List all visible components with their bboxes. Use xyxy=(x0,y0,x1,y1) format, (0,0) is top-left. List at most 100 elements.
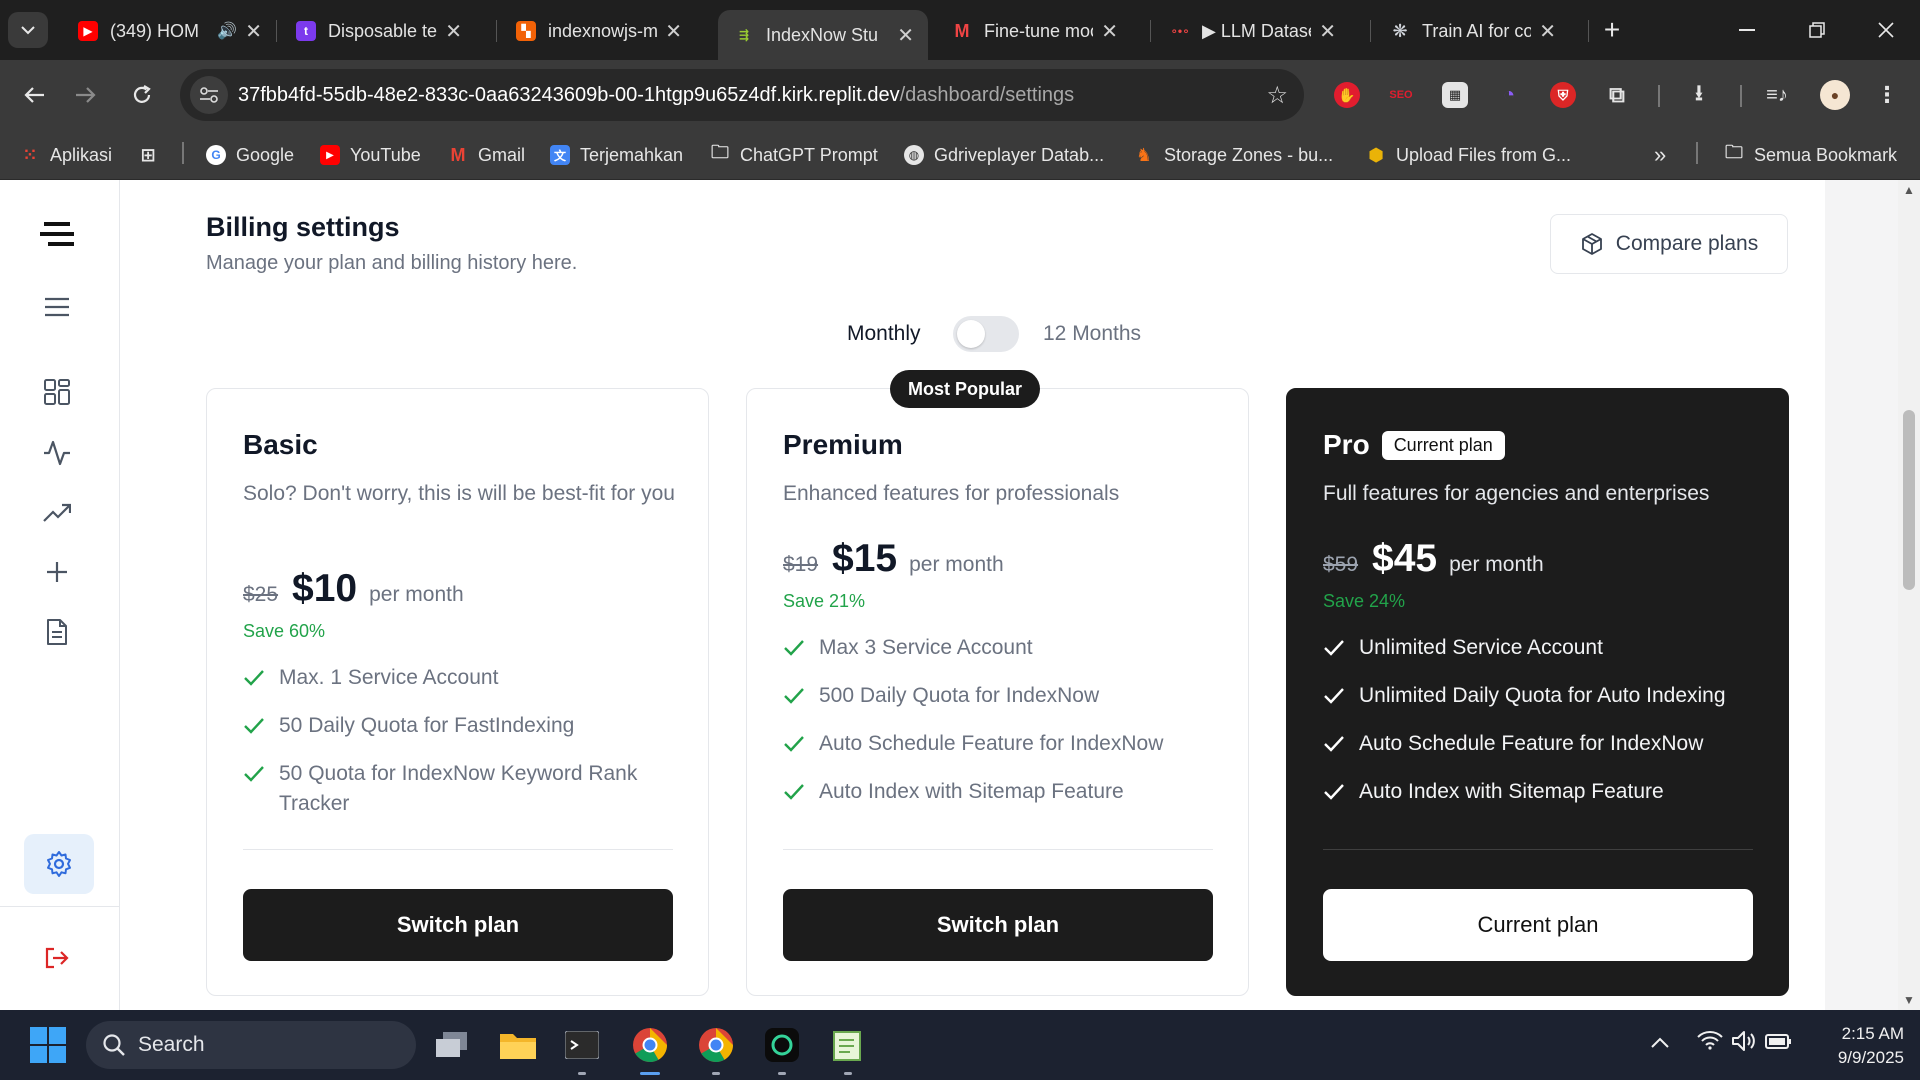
card-divider xyxy=(243,849,673,850)
browser-tab[interactable]: ▶ (349) HOM 🔊 ✕ xyxy=(62,10,276,52)
plan-name: Pro Current plan xyxy=(1323,429,1505,461)
volume-icon[interactable] xyxy=(1731,1030,1757,1058)
browser-tab[interactable]: t Disposable te ✕ xyxy=(280,10,476,52)
qr-code-icon[interactable]: ▦ xyxy=(1442,82,1468,108)
switch-plan-button[interactable]: Switch plan xyxy=(243,889,673,961)
dashboard-icon[interactable] xyxy=(37,372,77,412)
back-button[interactable] xyxy=(14,75,54,115)
logout-icon[interactable] xyxy=(37,938,77,978)
feature-item: 500 Daily Quota for IndexNow xyxy=(783,681,1223,711)
shield-icon[interactable]: ⛨ xyxy=(1550,82,1576,108)
more-bookmarks-button[interactable]: » xyxy=(1654,142,1666,168)
taskbar-search[interactable]: Search xyxy=(86,1021,416,1069)
document-icon[interactable] xyxy=(37,612,77,652)
task-view-icon[interactable] xyxy=(430,1023,474,1067)
extension-icon[interactable]: ◔ xyxy=(1496,82,1522,108)
logo-icon[interactable] xyxy=(37,214,77,254)
running-indicator xyxy=(844,1072,852,1075)
bookmark-star-icon[interactable]: ☆ xyxy=(1266,81,1288,110)
tab-search-button[interactable] xyxy=(8,12,48,48)
scrollbar[interactable]: ▲ ▼ xyxy=(1898,180,1920,1010)
feature-list: Max. 1 Service Account 50 Daily Quota fo… xyxy=(243,663,683,837)
chatgpt-app-icon[interactable] xyxy=(760,1023,804,1075)
close-tab-icon[interactable]: ✕ xyxy=(1319,19,1336,44)
check-icon xyxy=(784,784,804,800)
close-tab-icon[interactable]: ✕ xyxy=(1539,19,1556,44)
adblock-icon[interactable]: ✋ xyxy=(1334,82,1360,108)
site-info-icon[interactable] xyxy=(190,76,228,114)
tab-groups-button[interactable]: ⊞ xyxy=(138,142,158,168)
chevron-up-icon[interactable] xyxy=(1650,1032,1670,1055)
toggle-knob xyxy=(957,320,985,348)
chrome-icon[interactable] xyxy=(628,1023,672,1075)
bookmark-item[interactable]: ⁙ Aplikasi xyxy=(20,142,112,168)
google-icon: G xyxy=(206,145,226,165)
url-path: /dashboard/settings xyxy=(899,83,1075,106)
start-button[interactable] xyxy=(26,1023,70,1067)
bookmark-item[interactable]: M Gmail xyxy=(448,142,526,168)
bookmark-item[interactable]: 文 Terjemahkan xyxy=(550,142,683,168)
more-menu-icon[interactable]: ⋮ xyxy=(1874,82,1900,108)
activity-icon[interactable] xyxy=(37,433,77,473)
compare-plans-button[interactable]: Compare plans xyxy=(1550,214,1788,274)
browser-tab[interactable]: ❋ Train AI for co ✕ xyxy=(1374,10,1570,52)
terminal-icon[interactable] xyxy=(560,1023,604,1075)
all-bookmarks-button[interactable]: 🗀 Semua Bookmark xyxy=(1724,142,1897,168)
bunny-icon: ♞ xyxy=(1135,144,1153,165)
battery-icon[interactable] xyxy=(1765,1032,1793,1056)
scroll-down-icon[interactable]: ▼ xyxy=(1903,994,1915,1006)
browser-tab[interactable]: ▚ indexnowjs-m ✕ xyxy=(500,10,696,52)
bookmark-item[interactable]: G Google xyxy=(206,142,294,168)
minimize-button[interactable] xyxy=(1727,12,1767,48)
restore-icon xyxy=(1809,22,1825,38)
audio-icon[interactable]: 🔊 xyxy=(217,21,237,41)
close-tab-icon[interactable]: ✕ xyxy=(665,19,682,44)
menu-icon[interactable] xyxy=(37,287,77,327)
address-bar[interactable]: 37fbb4fd-55db-48e2-833c-0aa63243609b-00-… xyxy=(180,69,1304,121)
switch-plan-button[interactable]: Switch plan xyxy=(783,889,1213,961)
close-tab-icon[interactable]: ✕ xyxy=(245,19,262,44)
profile-avatar[interactable]: ● xyxy=(1820,80,1850,110)
current-plan-button[interactable]: Current plan xyxy=(1323,889,1753,961)
browser-tab[interactable]: M Fine-tune moc ✕ xyxy=(936,10,1132,52)
folder-icon: 🗀 xyxy=(1725,142,1743,162)
system-clock[interactable]: 2:15 AM 9/9/2025 xyxy=(1804,1022,1904,1070)
file-explorer-icon[interactable] xyxy=(496,1023,540,1067)
close-tab-icon[interactable]: ✕ xyxy=(445,19,462,44)
new-tab-button[interactable]: + xyxy=(1592,12,1632,48)
feature-item: Unlimited Daily Quota for Auto Indexing xyxy=(1323,681,1763,711)
download-icon[interactable]: ⭳ xyxy=(1686,80,1712,108)
plus-icon[interactable] xyxy=(37,552,77,592)
notepad-icon[interactable] xyxy=(826,1023,870,1075)
bookmark-item[interactable]: ◍ Gdriveplayer Datab... xyxy=(904,142,1104,168)
restore-button[interactable] xyxy=(1797,12,1837,48)
bookmark-folder[interactable]: 🗀 ChatGPT Prompt xyxy=(710,142,878,168)
bookmark-item[interactable]: ⬢ Upload Files from G... xyxy=(1366,142,1571,168)
settings-icon[interactable] xyxy=(24,834,94,894)
seo-icon[interactable]: SEO xyxy=(1388,82,1414,108)
check-icon xyxy=(244,718,264,734)
puzzle-icon[interactable]: ⧉ xyxy=(1604,82,1630,108)
reload-button[interactable] xyxy=(122,75,162,115)
trending-icon[interactable] xyxy=(37,493,77,533)
original-price: $59 xyxy=(1323,553,1359,576)
scroll-up-icon[interactable]: ▲ xyxy=(1903,184,1915,196)
scrollbar-thumb[interactable] xyxy=(1903,410,1915,590)
chrome-profile-icon[interactable] xyxy=(694,1023,738,1075)
close-tab-icon[interactable]: ✕ xyxy=(1101,19,1118,44)
wifi-icon[interactable] xyxy=(1697,1030,1723,1056)
close-tab-icon[interactable]: ✕ xyxy=(897,23,914,48)
tab-strip: ▶ (349) HOM 🔊 ✕ t Disposable te ✕ ▚ inde… xyxy=(0,0,1920,60)
billing-period-toggle[interactable] xyxy=(953,316,1019,352)
browser-tab-active[interactable]: ⇶ IndexNow Stu ✕ xyxy=(718,10,928,60)
tab-divider xyxy=(276,20,277,42)
bookmark-item[interactable]: ▶ YouTube xyxy=(320,142,421,168)
browser-tab[interactable]: ∘•∘ ▶ LLM Datase ✕ xyxy=(1154,10,1350,52)
forward-button[interactable] xyxy=(66,75,106,115)
media-control-icon[interactable]: ≡♪ xyxy=(1764,82,1790,108)
main-content: Billing settings Manage your plan and bi… xyxy=(120,180,1825,1010)
close-window-button[interactable] xyxy=(1866,12,1906,48)
bookmark-divider xyxy=(182,142,184,164)
bookmark-item[interactable]: ♞ Storage Zones - bu... xyxy=(1134,142,1333,168)
package-icon xyxy=(1581,233,1602,255)
